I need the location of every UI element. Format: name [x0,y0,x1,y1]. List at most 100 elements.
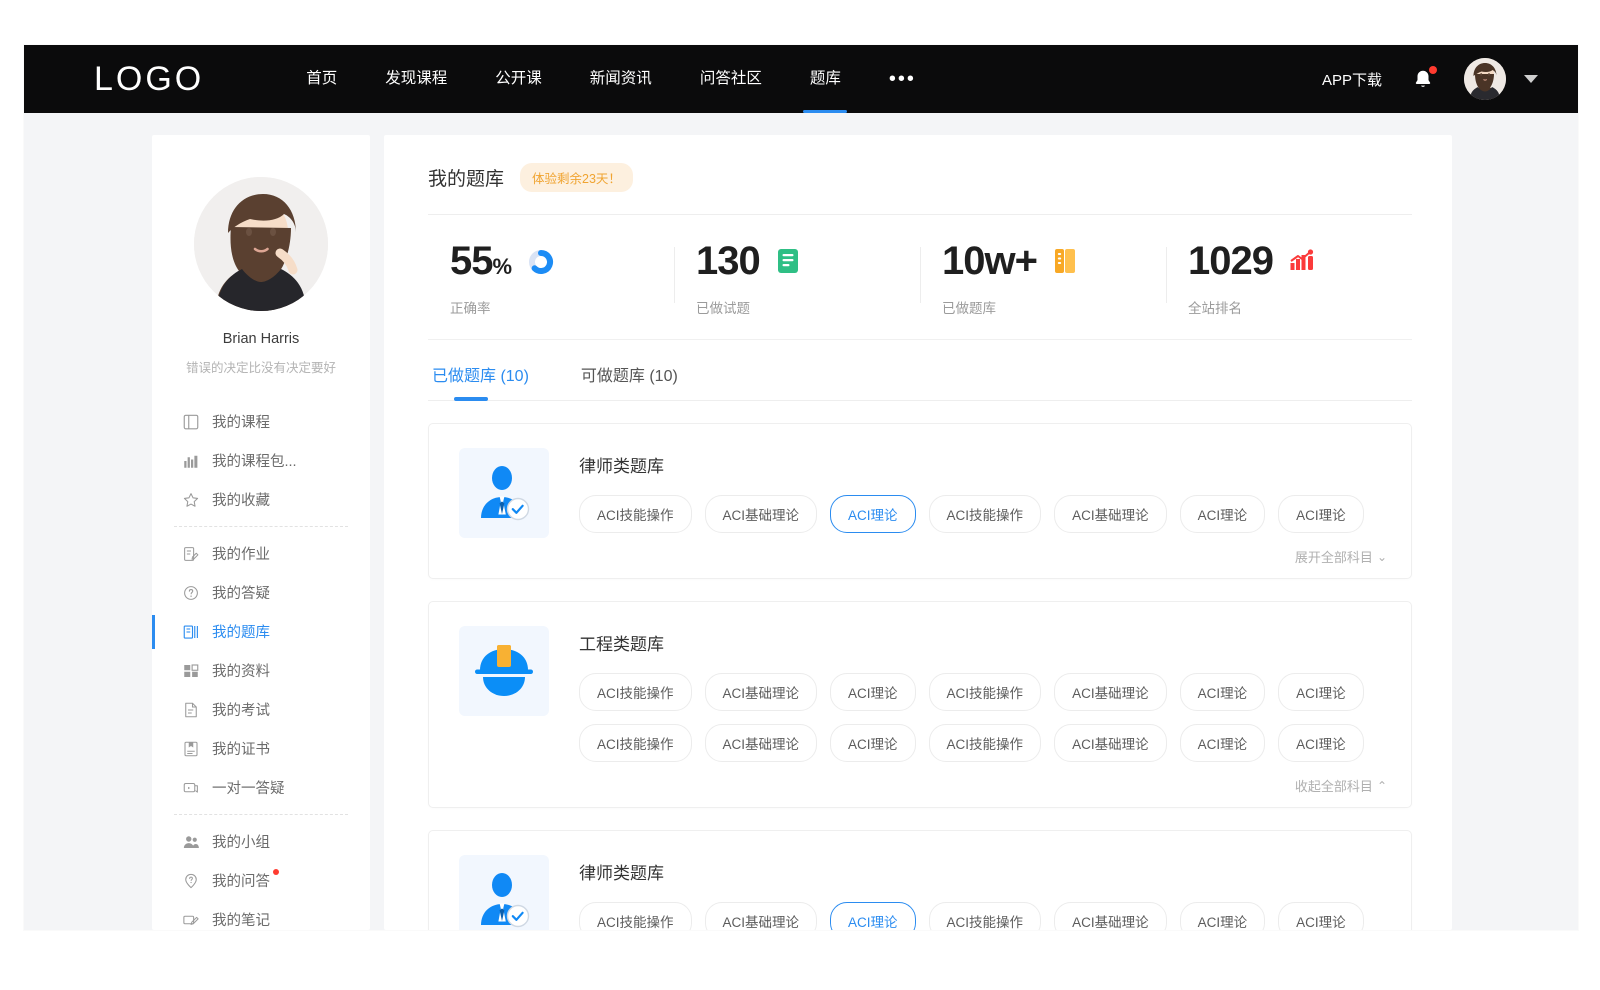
subject-chip[interactable]: ACI基础理论 [1054,673,1167,711]
nav-item-5[interactable]: 题库 [786,45,865,113]
question-bank-list: 律师类题库ACI技能操作ACI基础理论ACI理论ACI技能操作ACI基础理论AC… [428,401,1412,930]
nav-item-1[interactable]: 发现课程 [361,45,471,113]
green-paper-icon [776,248,800,274]
nav-item-label: 发现课程 [385,70,447,87]
sidebar-item-10[interactable]: 一对一答疑 [174,768,348,807]
sidebar-item-12[interactable]: 我的小组 [174,822,348,861]
subject-chip[interactable]: ACI理论 [1278,902,1364,930]
card-title: 律师类题库 [579,859,1387,884]
sidebar-item-7[interactable]: 我的资料 [174,651,348,690]
tab-0[interactable]: 已做题库 (10) [432,362,529,400]
site-logo[interactable]: LOGO [94,60,204,99]
sidebar-item-8[interactable]: 我的考试 [174,690,348,729]
expand-subjects-button[interactable]: 收起全部科目 ⌃ [579,776,1387,795]
red-rank-icon [1289,248,1315,274]
subject-chip[interactable]: ACI理论 [1278,673,1364,711]
expand-subjects-button[interactable]: 展开全部科目⌄ [579,547,1387,566]
subject-chip[interactable]: ACI基础理论 [705,495,818,533]
chevron-down-icon[interactable] [1524,75,1538,83]
note-pen-icon [182,911,200,929]
subject-chip[interactable]: ACI基础理论 [1054,902,1167,930]
expand-subjects-label: 收起全部科目 [1295,776,1373,795]
subject-chip[interactable]: ACI理论 [830,902,916,930]
subject-chip[interactable]: ACI技能操作 [929,902,1042,930]
sidebar-item-9[interactable]: 我的证书 [174,729,348,768]
subject-chip[interactable]: ACI理论 [830,495,916,533]
subject-chip[interactable]: ACI基础理论 [705,724,818,762]
nav-item-3[interactable]: 新闻资讯 [566,45,676,113]
subject-chip[interactable]: ACI理论 [1180,673,1266,711]
green-paper-icon [776,248,802,274]
subject-chip[interactable]: ACI基础理论 [705,902,818,930]
sidebar-item-2[interactable]: 我的收藏 [174,480,348,519]
sidebar-item-label: 我的作业 [212,543,270,564]
subject-chip[interactable]: ACI理论 [1180,495,1266,533]
card-thumbnail [459,855,549,930]
notification-dot [1429,66,1437,74]
nav-item-4[interactable]: 问答社区 [676,45,786,113]
card-body: 律师类题库ACI技能操作ACI基础理论ACI理论ACI技能操作ACI基础理论AC… [579,855,1387,930]
subject-chip[interactable]: ACI基础理论 [1054,724,1167,762]
subject-chip[interactable]: ACI技能操作 [929,673,1042,711]
stat-value-row: 1029 [1188,241,1412,281]
subject-chip[interactable]: ACI基础理论 [1054,495,1167,533]
sidebar-profile: Brian Harris 错误的决定比没有决定要好 [152,177,370,376]
stat-number: 130 [696,239,760,283]
donut-chart-icon [527,248,555,276]
unread-dot [273,869,279,875]
sidebar-item-6[interactable]: 我的题库 [174,612,348,651]
subject-chip[interactable]: ACI技能操作 [579,673,692,711]
question-bank-card[interactable]: 律师类题库ACI技能操作ACI基础理论ACI理论ACI技能操作ACI基础理论AC… [428,423,1412,579]
content-tabs: 已做题库 (10) 可做题库 (10) [428,340,1412,401]
avatar[interactable] [1464,58,1506,100]
subject-chip[interactable]: ACI技能操作 [579,495,692,533]
card-body: 律师类题库ACI技能操作ACI基础理论ACI理论ACI技能操作ACI基础理论AC… [579,448,1387,566]
sidebar-active-indicator [152,615,155,649]
subject-chip[interactable]: ACI理论 [1278,495,1364,533]
nav-more-icon[interactable]: ••• [865,45,940,113]
book-icon [182,413,200,431]
subject-chip[interactable]: ACI技能操作 [929,724,1042,762]
expand-subjects-label: 展开全部科目 [1295,547,1373,566]
sidebar-item-5[interactable]: 我的答疑 [174,573,348,612]
tab-active-indicator [454,397,488,401]
tab-1[interactable]: 可做题库 (10) [581,362,678,400]
user-sidebar: Brian Harris 错误的决定比没有决定要好 我的课程我的课程包...我的… [152,135,370,930]
subject-chip[interactable]: ACI理论 [1180,902,1266,930]
sidebar-item-4[interactable]: 我的作业 [174,534,348,573]
stats-row: 55%正确率130已做试题10w+已做题库1029全站排名 [428,215,1412,340]
profile-avatar[interactable] [194,177,328,311]
question-bank-card[interactable]: 律师类题库ACI技能操作ACI基础理论ACI理论ACI技能操作ACI基础理论AC… [428,830,1412,930]
subject-chip[interactable]: ACI理论 [830,724,916,762]
subject-chip[interactable]: ACI基础理论 [705,673,818,711]
card-thumbnail [459,448,549,538]
question-bank-icon [182,623,200,641]
question-bank-card[interactable]: 工程类题库ACI技能操作ACI基础理论ACI理论ACI技能操作ACI基础理论AC… [428,601,1412,808]
card-thumbnail [459,626,549,716]
chevron-double-up-icon: ⌃ [1377,780,1387,792]
subject-chip[interactable]: ACI技能操作 [579,902,692,930]
sidebar-item-14[interactable]: 我的笔记 [174,900,348,930]
stat-value-row: 130 [696,241,920,281]
subject-chip[interactable]: ACI理论 [1278,724,1364,762]
subject-chip[interactable]: ACI技能操作 [579,724,692,762]
subject-chip[interactable]: ACI理论 [1180,724,1266,762]
chip-row: ACI技能操作 ACI基础理论 ACI理论 ACI技能操作 ACI基础理论 ACI理论 AC… [579,902,1387,930]
nav-active-indicator [803,110,847,113]
nav-item-label: 公开课 [495,70,542,87]
sidebar-item-1[interactable]: 我的课程包... [174,441,348,480]
sidebar-item-13[interactable]: 我的问答 [174,861,348,900]
star-icon [182,491,200,509]
subject-chip[interactable]: ACI理论 [830,673,916,711]
sidebar-item-0[interactable]: 我的课程 [174,402,348,441]
app-download-link[interactable]: APP下载 [1322,69,1382,90]
nav-item-2[interactable]: 公开课 [471,45,566,113]
nav-item-0[interactable]: 首页 [282,45,361,113]
exam-paper-icon [182,701,200,719]
hardhat-icon [471,642,537,700]
certificate-icon [182,740,200,758]
sidebar-item-label: 一对一答疑 [212,777,285,798]
stat-value: 10w+ [942,241,1037,281]
notification-bell-button[interactable] [1412,67,1434,91]
subject-chip[interactable]: ACI技能操作 [929,495,1042,533]
